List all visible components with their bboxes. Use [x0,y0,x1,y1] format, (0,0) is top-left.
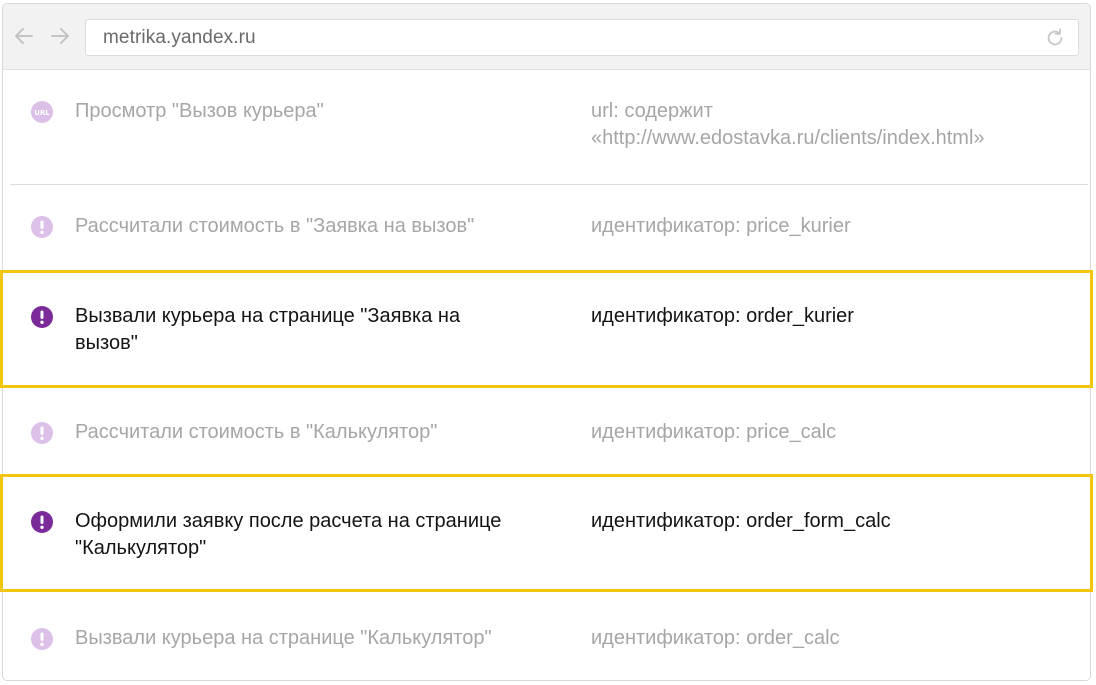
goal-row[interactable]: Рассчитали стоимость в "Калькулятор" иде… [3,391,1090,480]
reload-icon[interactable] [1044,27,1066,49]
goal-name-line: Вызвали курьера на странице "Заявка на [75,305,461,327]
exclamation-icon [31,306,53,328]
goal-condition: идентификатор: price_kurier [591,215,851,237]
goal-row[interactable]: Вызвали курьера на странице "Калькулятор… [3,597,1090,680]
goal-name: Оформили заявку после расчета на страниц… [75,508,585,562]
goal-row[interactable]: Оформили заявку после расчета на страниц… [3,480,1090,597]
goal-condition: идентификатор: price_calc [591,421,837,443]
address-bar[interactable]: metrika.yandex.ru [85,19,1079,56]
exclamation-icon [31,422,53,444]
back-arrow-icon[interactable] [12,24,36,48]
goal-condition: идентификатор: order_kurier [591,305,854,327]
browser-window: metrika.yandex.ru URL Просмотр "Вызов ку… [2,3,1091,681]
goal-name: Рассчитали стоимость в "Калькулятор" [75,421,438,443]
forward-arrow-icon[interactable] [48,24,72,48]
goal-condition: url: содержит «http://www.edostavka.ru/c… [591,98,1090,152]
goal-row[interactable]: Вызвали курьера на странице "Заявка на в… [3,275,1090,391]
goal-condition-line: «http://www.edostavka.ru/clients/index.h… [591,127,985,149]
goal-name-line: Оформили заявку после расчета на страниц… [75,510,502,532]
exclamation-icon [31,216,53,238]
goal-name: Вызвали курьера на странице "Калькулятор… [75,627,492,649]
goal-condition: идентификатор: order_calc [591,627,840,649]
goal-name-line: вызов" [75,332,138,354]
url-icon: URL [31,101,53,123]
address-bar-url: metrika.yandex.ru [103,27,256,48]
goal-row[interactable]: Рассчитали стоимость в "Заявка на вызов"… [3,185,1090,275]
goal-name: Рассчитали стоимость в "Заявка на вызов" [75,215,475,237]
goal-name-line: "Калькулятор" [75,537,207,559]
goal-condition: идентификатор: order_form_calc [591,510,891,532]
goal-name: Просмотр "Вызов курьера" [75,100,324,122]
exclamation-icon [31,628,53,650]
browser-toolbar: metrika.yandex.ru [3,4,1090,70]
goal-name: Вызвали курьера на странице "Заявка на в… [75,303,575,357]
goal-condition-line: url: содержит [591,100,713,122]
goal-row[interactable]: URL Просмотр "Вызов курьера" url: содерж… [3,70,1090,184]
svg-text:URL: URL [34,109,50,117]
exclamation-icon [31,511,53,533]
